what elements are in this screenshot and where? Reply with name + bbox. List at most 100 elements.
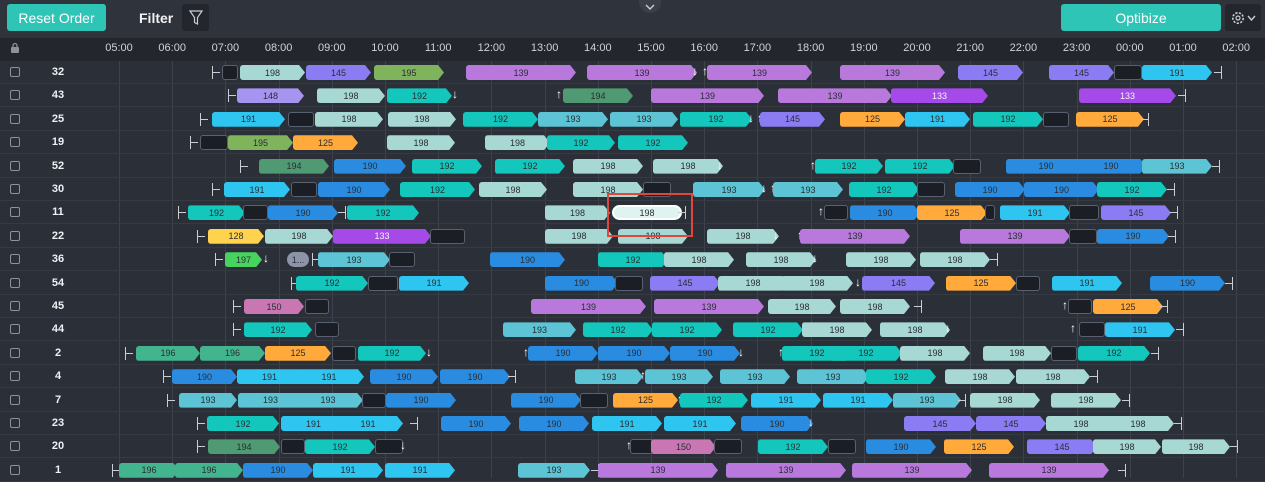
trip-block[interactable]: 192: [652, 322, 722, 337]
idle-block[interactable]: [1079, 322, 1105, 338]
trip-block[interactable]: 150: [651, 439, 716, 454]
trip-block[interactable]: 192: [830, 346, 902, 361]
trip-block[interactable]: 191: [823, 393, 893, 408]
trip-block[interactable]: 145: [904, 416, 976, 431]
idle-block[interactable]: [375, 439, 403, 455]
trip-block[interactable]: 150: [244, 299, 304, 314]
trip-block[interactable]: 190: [1024, 182, 1099, 197]
idle-block[interactable]: [1069, 228, 1097, 244]
trip-block[interactable]: 198: [240, 65, 305, 80]
trip-block[interactable]: 145: [862, 276, 935, 291]
trip-block[interactable]: 191: [1052, 276, 1122, 291]
trip-block[interactable]: 193: [293, 393, 363, 408]
trip-block[interactable]: 198: [387, 135, 455, 150]
trip-block[interactable]: 139: [852, 463, 972, 478]
row-checkbox[interactable]: [10, 464, 20, 475]
trip-block[interactable]: 190: [545, 276, 618, 291]
idle-block[interactable]: [824, 205, 848, 221]
trip-block[interactable]: 194: [259, 159, 329, 174]
trip-block[interactable]: 192: [815, 159, 883, 174]
trip-block[interactable]: 198: [545, 229, 613, 244]
trip-block[interactable]: 190: [334, 159, 406, 174]
trip-block[interactable]: 190: [519, 416, 589, 431]
trip-block[interactable]: 198: [485, 135, 550, 150]
trip-block[interactable]: 145: [958, 65, 1023, 80]
idle-block[interactable]: [332, 345, 356, 361]
trip-block[interactable]: 125: [840, 112, 905, 127]
settings-dropdown[interactable]: [1225, 4, 1261, 31]
trip-block[interactable]: 195: [374, 65, 444, 80]
trip-block[interactable]: 192: [733, 322, 803, 337]
trip-block[interactable]: 191: [664, 416, 736, 431]
trip-block[interactable]: 194: [563, 88, 633, 103]
trip-block[interactable]: 192: [358, 346, 426, 361]
trip-block[interactable]: 191: [399, 276, 469, 291]
trip-block[interactable]: 198: [846, 252, 916, 267]
trip-block[interactable]: 193: [538, 112, 608, 127]
trip-block[interactable]: 198: [768, 299, 836, 314]
trip-block[interactable]: 192: [680, 112, 752, 127]
trip-block[interactable]: 198: [479, 182, 547, 197]
trip-block[interactable]: 133: [891, 88, 988, 103]
trip-block[interactable]: 192: [400, 182, 475, 197]
row-checkbox[interactable]: [10, 347, 20, 358]
trip-block[interactable]: 191: [1142, 65, 1212, 80]
trip-block[interactable]: 198: [880, 322, 950, 337]
trip-block[interactable]: 139: [726, 463, 846, 478]
row-checkbox[interactable]: [10, 90, 20, 101]
reset-order-button[interactable]: Reset Order: [7, 4, 106, 31]
trip-block[interactable]: 139: [598, 463, 718, 478]
trip-block[interactable]: 192: [244, 322, 312, 337]
trip-block[interactable]: 198: [970, 393, 1040, 408]
trip-block[interactable]: 190: [741, 416, 813, 431]
trip-block[interactable]: 198: [781, 276, 853, 291]
trip-block[interactable]: 125: [946, 276, 1016, 291]
trip-block[interactable]: 193: [893, 393, 961, 408]
trip-block[interactable]: 192: [207, 416, 279, 431]
idle-block[interactable]: [953, 158, 981, 174]
trip-block[interactable]: 139: [778, 88, 892, 103]
trip-block[interactable]: 191: [905, 112, 970, 127]
lock-icon[interactable]: [10, 42, 20, 54]
trip-block[interactable]: 193: [1142, 159, 1212, 174]
trip-block[interactable]: 190: [243, 463, 313, 478]
trip-block[interactable]: 198: [1162, 439, 1230, 454]
trip-block[interactable]: 139: [989, 463, 1109, 478]
trip-block[interactable]: 190: [850, 205, 920, 220]
trip-block[interactable]: 190: [318, 182, 390, 197]
trip-block[interactable]: 192: [296, 276, 368, 291]
trip-block[interactable]: 198: [983, 346, 1051, 361]
trip-block[interactable]: 192: [598, 252, 668, 267]
idle-block[interactable]: [1068, 299, 1092, 314]
trip-block[interactable]: 190: [1076, 159, 1146, 174]
trip-block[interactable]: 190: [670, 346, 740, 361]
row-checkbox[interactable]: [10, 324, 20, 335]
trip-block[interactable]: 191: [1000, 205, 1070, 220]
trip-block[interactable]: 195: [228, 135, 293, 150]
trip-block[interactable]: 145: [1101, 205, 1171, 220]
trip-block[interactable]: 190: [528, 346, 598, 361]
trip-block[interactable]: 192: [463, 112, 538, 127]
trip-block[interactable]: 192: [583, 322, 653, 337]
trip-block[interactable]: 191: [333, 416, 403, 431]
trip-block[interactable]: 192: [547, 135, 615, 150]
trip-block[interactable]: 193: [773, 182, 843, 197]
trip-block[interactable]: 145: [306, 65, 371, 80]
row-checkbox[interactable]: [10, 394, 20, 405]
idle-block[interactable]: [580, 392, 608, 408]
trip-block[interactable]: 190: [1150, 276, 1225, 291]
trip-block[interactable]: 1...: [287, 252, 309, 268]
trip-block[interactable]: 198: [388, 112, 456, 127]
trip-block[interactable]: 198: [945, 369, 1015, 384]
trip-block[interactable]: 145: [1049, 65, 1114, 80]
idle-block[interactable]: [1069, 205, 1099, 221]
trip-block[interactable]: 139: [587, 65, 697, 80]
row-checkbox[interactable]: [10, 254, 20, 265]
trip-block[interactable]: 190: [866, 439, 936, 454]
trip-block[interactable]: 190: [370, 369, 438, 384]
trip-block[interactable]: 191: [385, 463, 455, 478]
trip-block[interactable]: 190: [172, 369, 237, 384]
trip-block[interactable]: 192: [849, 182, 919, 197]
trip-block[interactable]: 139: [840, 65, 945, 80]
trip-block[interactable]: 190: [268, 205, 338, 220]
